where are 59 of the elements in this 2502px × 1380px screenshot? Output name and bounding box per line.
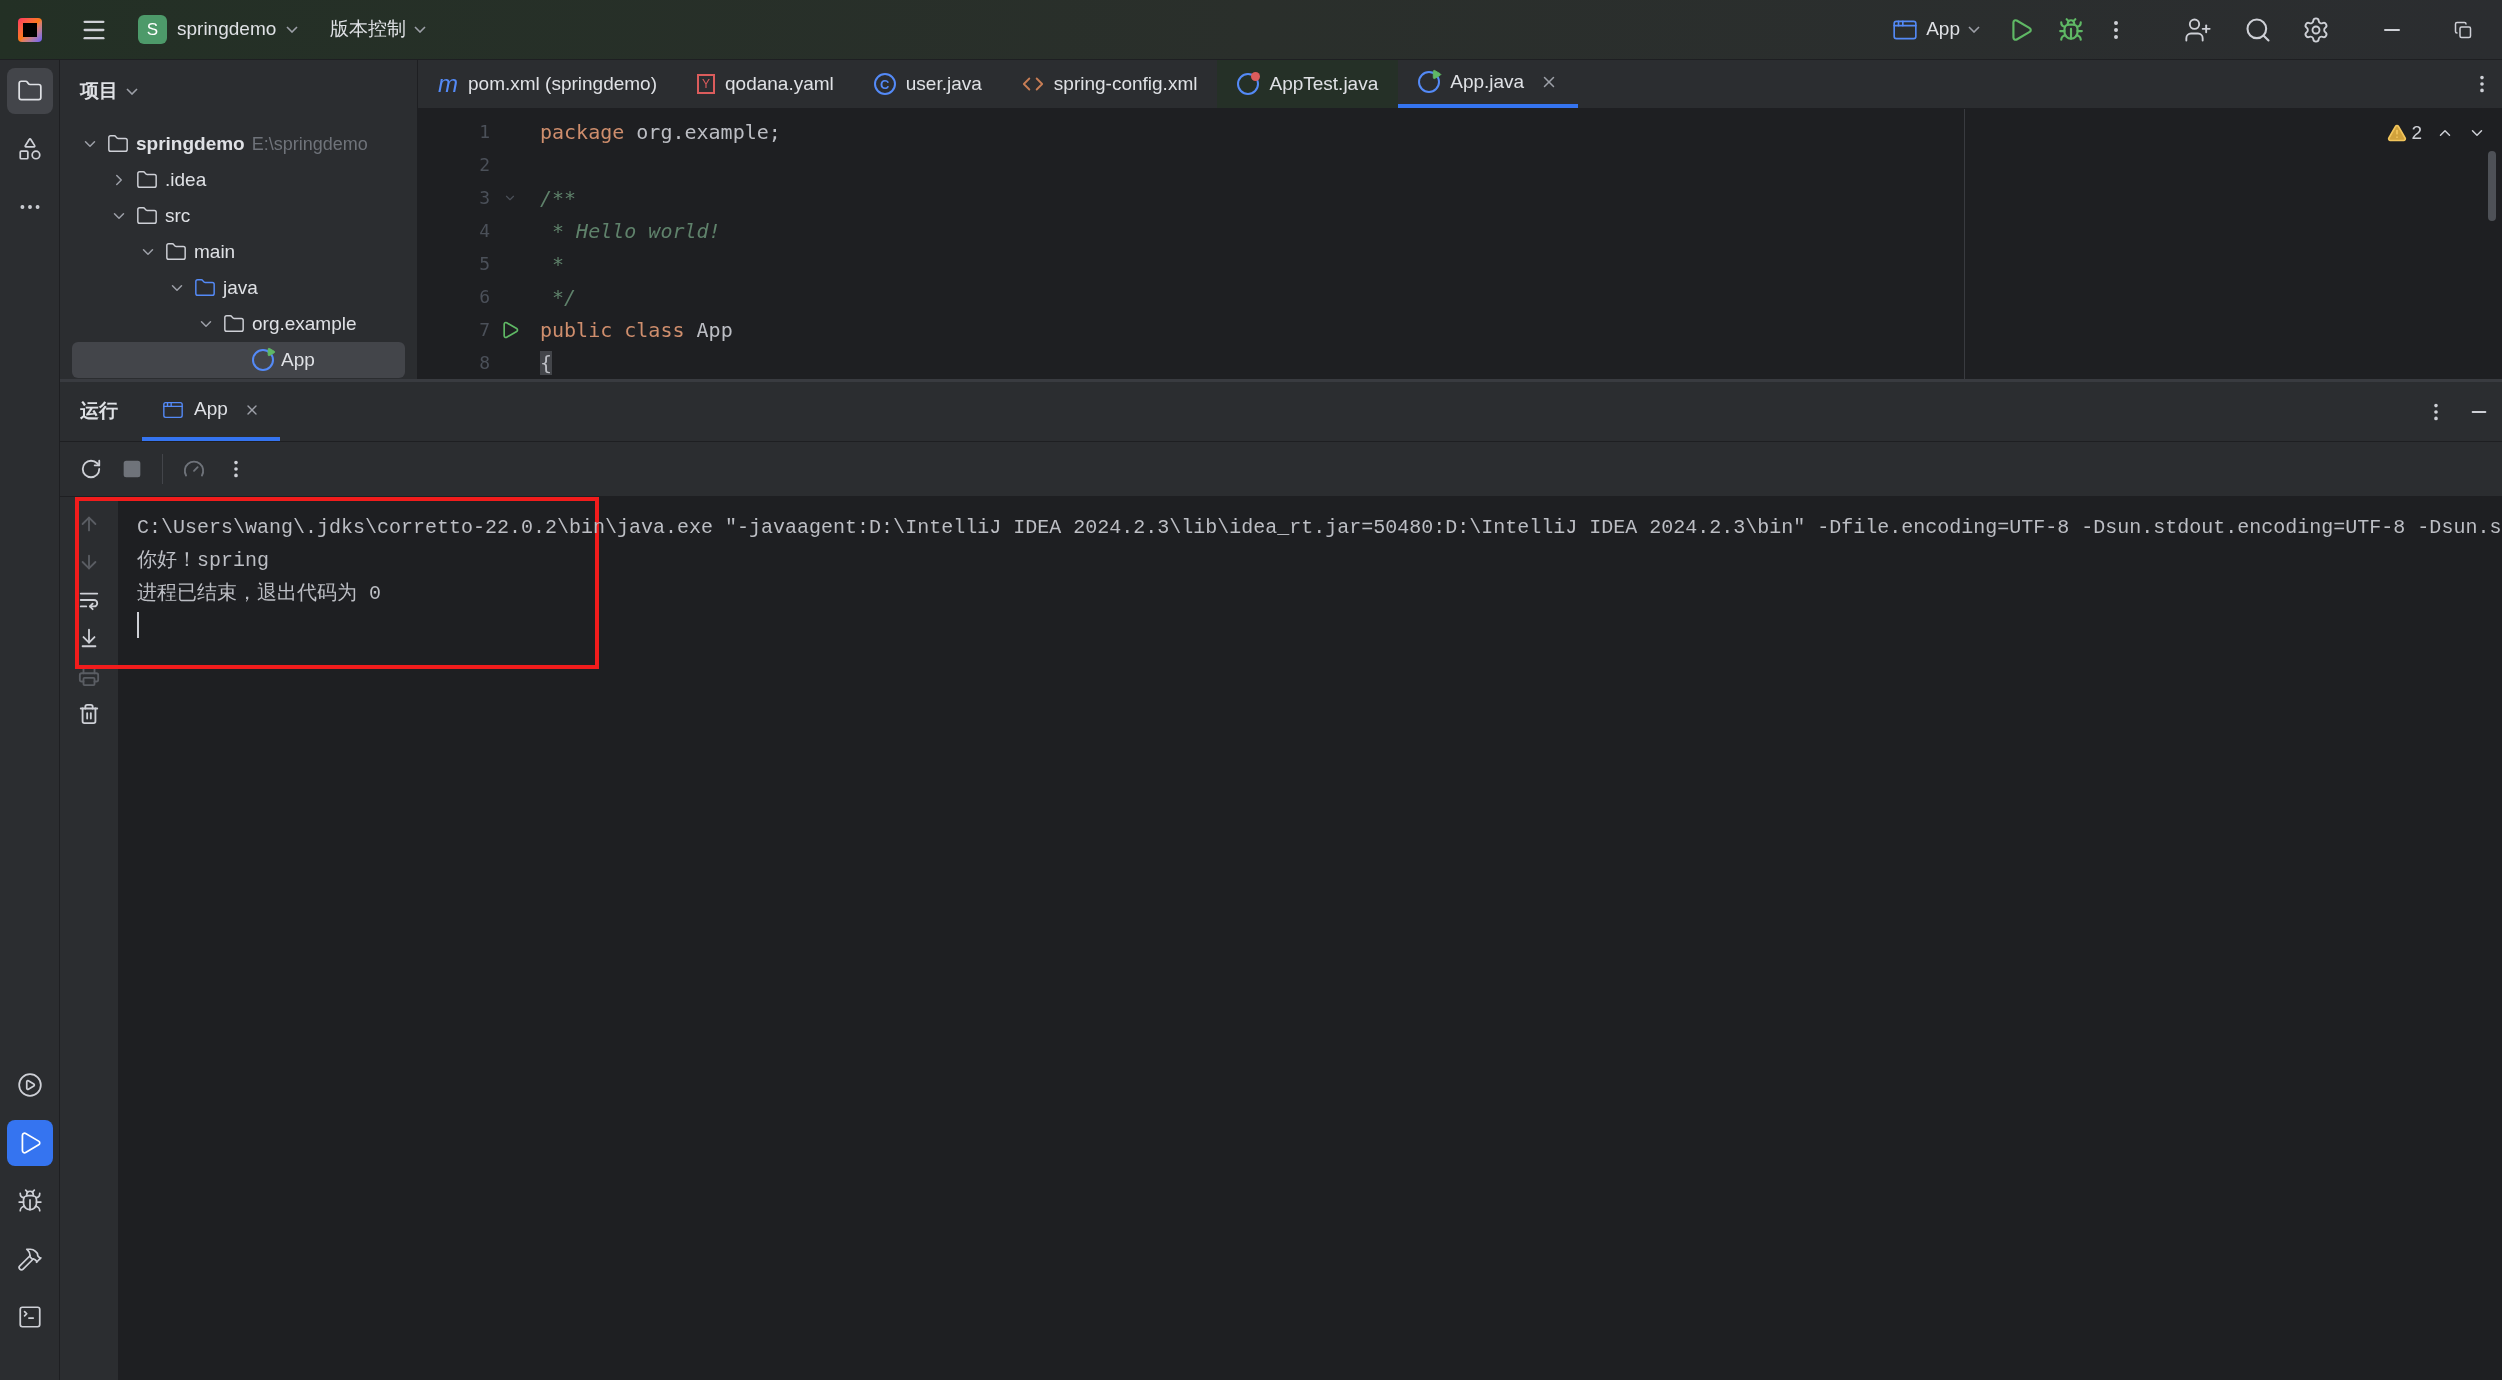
folder-icon: [136, 169, 158, 191]
tree-item[interactable]: main: [72, 234, 405, 270]
module-folder-icon: [107, 133, 129, 155]
package-folder-icon: [223, 313, 245, 335]
tree-item[interactable]: src: [72, 198, 405, 234]
chevron-down-icon: [414, 26, 427, 33]
console-line: 你好！spring: [137, 547, 270, 574]
console-line: 进程已结束，退出代码为 0: [137, 580, 382, 607]
code-line: */: [551, 283, 577, 311]
stop-icon[interactable]: [122, 459, 142, 479]
trash-icon[interactable]: [78, 703, 100, 725]
test-class-icon: [1237, 73, 1260, 95]
code-line: /**: [540, 184, 577, 212]
run-config-selector[interactable]: App: [1892, 15, 1980, 44]
folder-icon[interactable]: [6, 68, 53, 114]
app-logo-icon: [18, 17, 42, 42]
code-line: package org.example;: [540, 118, 781, 146]
folder-icon: [136, 205, 158, 227]
chevron-down-icon: [1968, 26, 1980, 33]
search-icon[interactable]: [2244, 15, 2272, 44]
project-view-selector[interactable]: 项目: [60, 60, 417, 122]
runnable-class-icon: [1418, 71, 1441, 93]
editor-tab[interactable]: m pom.xml (springdemo): [418, 60, 677, 108]
folder-icon: [194, 277, 216, 299]
path-hint: E:\springdemo: [251, 132, 368, 156]
code-line: * Hello world!: [551, 217, 721, 245]
editor-tab[interactable]: Y qodana.yaml: [677, 60, 854, 108]
vcs-menu[interactable]: 版本控制: [330, 15, 427, 44]
maven-icon: m: [438, 72, 458, 96]
class-icon: [252, 349, 274, 371]
editor-tab[interactable]: spring-config.xml: [1001, 60, 1218, 108]
editor-tab[interactable]: C user.java: [853, 60, 1002, 108]
panel-title: 运行: [79, 399, 119, 424]
code-line: *: [551, 250, 565, 278]
folder-icon: [165, 241, 187, 263]
chevron-down-icon: [286, 26, 299, 33]
chevron-down-icon: [126, 87, 138, 95]
editor-tab[interactable]: AppTest.java: [1217, 60, 1399, 108]
restore-icon[interactable]: [2454, 20, 2472, 39]
rerun-icon[interactable]: [80, 458, 102, 480]
project-badge: S: [138, 15, 167, 44]
tree-item[interactable]: App: [72, 342, 405, 378]
tree-item[interactable]: springdemo E:\springdemo: [72, 126, 405, 162]
class-icon: C: [873, 73, 896, 95]
run-icon[interactable]: [6, 1120, 53, 1166]
warning-icon: [2387, 123, 2408, 144]
run-tab[interactable]: App: [142, 382, 280, 441]
scrollbar-thumb[interactable]: [2488, 151, 2496, 221]
warning-count[interactable]: 2: [2387, 119, 2422, 148]
run-gutter-icon[interactable]: [500, 319, 520, 340]
tree-item[interactable]: .idea: [72, 162, 405, 198]
tree-item[interactable]: java: [72, 270, 405, 306]
code-line: public class App: [540, 316, 733, 344]
yaml-icon: Y: [697, 74, 715, 94]
text-cursor: [137, 612, 139, 638]
bug-icon[interactable]: [2058, 16, 2084, 43]
project-selector[interactable]: S springdemo: [138, 15, 299, 44]
settings-icon[interactable]: [2302, 15, 2330, 44]
tree-item[interactable]: org.example: [72, 306, 405, 342]
